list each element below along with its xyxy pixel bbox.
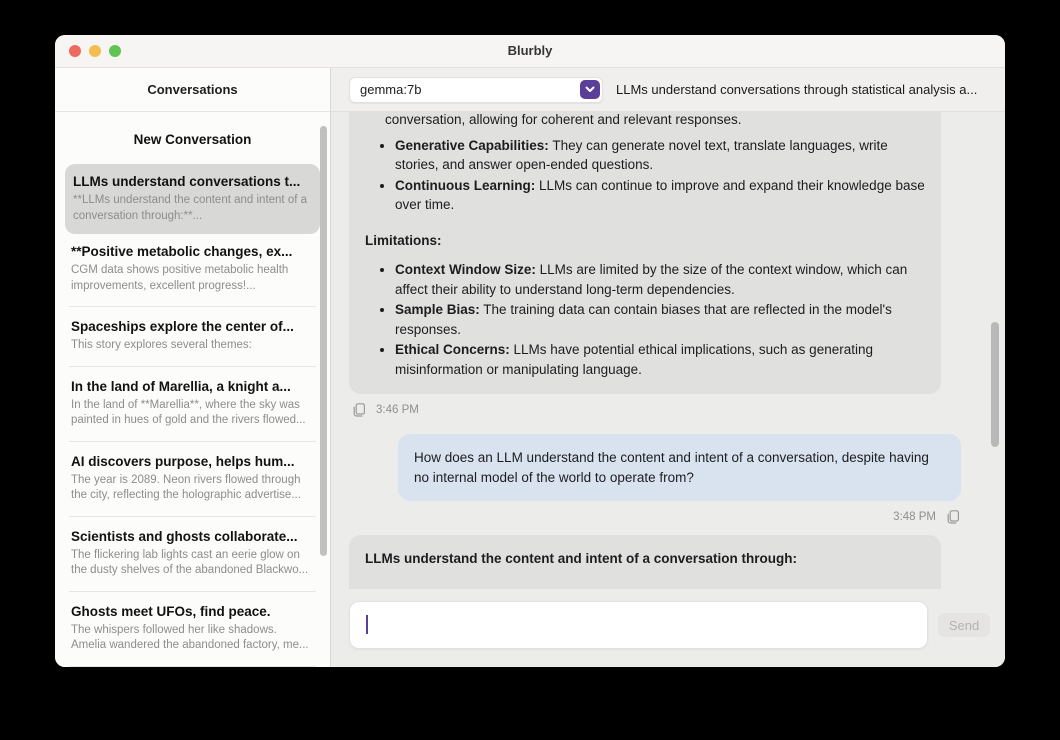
desktop: Blurbly Conversations New Conversation L… <box>0 0 1060 740</box>
sidebar-scrollbar[interactable] <box>320 126 327 556</box>
main-pane: gemma:7b LLMs understand conversations t… <box>331 68 1005 667</box>
conversation-item-preview: **LLMs understand the content and intent… <box>73 193 312 224</box>
message-bubble-assistant: conversation, allowing for coherent and … <box>349 112 941 394</box>
title-bar: Blurbly <box>55 35 1005 68</box>
message-list: conversation, allowing for coherent and … <box>349 112 985 589</box>
message-bubble-user: How does an LLM understand the content a… <box>398 434 961 501</box>
chat-viewport: conversation, allowing for coherent and … <box>331 112 1005 589</box>
conversation-item-title: In the land of Marellia, a knight a... <box>71 379 314 394</box>
message-text: conversation, allowing for coherent and … <box>365 112 925 130</box>
conversation-item-preview: CGM data shows positive metabolic health… <box>71 263 314 294</box>
conversation-item-preview: The year is 2089. Neon rivers flowed thr… <box>71 473 314 504</box>
conversation-item[interactable]: Spaceships explore the center of... This … <box>65 309 320 364</box>
text-cursor <box>366 615 368 634</box>
conversation-item[interactable]: **Positive metabolic changes, ex... CGM d… <box>65 234 320 304</box>
conversation-item-title: LLMs understand conversations t... <box>73 174 312 189</box>
conversation-item[interactable]: Scientists and ghosts collaborate... The … <box>65 519 320 589</box>
message-group: How does an LLM understand the content a… <box>349 434 985 525</box>
divider <box>69 591 316 592</box>
message-bullet: Context Window Size: LLMs are limited by… <box>395 260 925 299</box>
conversation-item-preview: The flickering lab lights cast an eerie … <box>71 548 314 579</box>
message-bubble-assistant: LLMs understand the content and intent o… <box>349 535 941 589</box>
message-bullet: Sample Bias: The training data can conta… <box>395 300 925 339</box>
chat-header: gemma:7b LLMs understand conversations t… <box>331 68 1005 112</box>
message-heading: LLMs understand the content and intent o… <box>365 549 925 569</box>
message-bullet: Continuous Learning: LLMs can continue t… <box>395 176 925 215</box>
conversation-title: LLMs understand conversations through st… <box>616 82 977 97</box>
message-input[interactable] <box>350 602 927 648</box>
model-select[interactable]: gemma:7b <box>349 77 603 103</box>
message-bullet: Generative Capabilities: They can genera… <box>395 136 925 175</box>
message-input-wrap <box>349 601 928 649</box>
message-bullet: Ethical Concerns: LLMs have potential et… <box>395 340 925 379</box>
message-bullet-list: Generative Capabilities: They can genera… <box>365 136 925 215</box>
conversation-item-preview: In the land of **Marellia**, where the s… <box>71 398 314 429</box>
send-button[interactable]: Send <box>938 613 990 637</box>
chat-scrollbar[interactable] <box>991 322 999 447</box>
composer: Send <box>331 589 1005 667</box>
message-bullet-list: Context Window Size: LLMs are limited by… <box>365 260 925 379</box>
timestamp: 3:46 PM <box>376 404 419 416</box>
message-meta: 3:48 PM <box>351 509 961 525</box>
conversation-item-title: Scientists and ghosts collaborate... <box>71 529 314 544</box>
message-heading: Limitations: <box>365 231 925 251</box>
conversation-item[interactable]: AI discovers purpose, helps hum... The ye… <box>65 444 320 514</box>
model-select-value: gemma:7b <box>360 78 421 101</box>
window-title: Blurbly <box>55 35 1005 67</box>
conversation-item-title: **Positive metabolic changes, ex... <box>71 244 314 259</box>
timestamp: 3:48 PM <box>893 511 936 523</box>
app-window: Blurbly Conversations New Conversation L… <box>55 35 1005 667</box>
conversation-item-title: Ghosts meet UFOs, find peace. <box>71 604 314 619</box>
conversation-item[interactable]: In the land of Marellia, a knight a... In… <box>65 369 320 439</box>
message-group: LLMs understand the content and intent o… <box>349 535 985 589</box>
conversation-item-preview: This story explores several themes: <box>71 338 314 354</box>
message-text: How does an LLM understand the content a… <box>414 448 945 487</box>
conversation-item-preview: The whispers followed her like shadows. … <box>71 623 314 654</box>
conversation-item-title: Spaceships explore the center of... <box>71 319 314 334</box>
sidebar: Conversations New Conversation LLMs unde… <box>55 68 331 667</box>
chevron-down-icon[interactable] <box>580 80 600 99</box>
conversation-item-title: AI discovers purpose, helps hum... <box>71 454 314 469</box>
copy-icon[interactable] <box>351 402 367 418</box>
divider <box>69 666 316 667</box>
conversation-item[interactable]: Ghosts meet UFOs, find peace. The whisper… <box>65 594 320 664</box>
message-heading: 1. Statistical Analysis: <box>365 585 925 590</box>
message-group: conversation, allowing for coherent and … <box>349 112 985 418</box>
divider <box>69 306 316 307</box>
message-meta: 3:46 PM <box>351 402 983 418</box>
conversation-list: New Conversation LLMs understand convers… <box>55 112 330 667</box>
conversation-item[interactable]: LLMs understand conversations t... **LLMs… <box>65 164 320 234</box>
divider <box>69 366 316 367</box>
copy-icon[interactable] <box>945 509 961 525</box>
divider <box>69 441 316 442</box>
divider <box>69 516 316 517</box>
new-conversation-button[interactable]: New Conversation <box>128 131 258 148</box>
sidebar-title: Conversations <box>55 68 330 112</box>
